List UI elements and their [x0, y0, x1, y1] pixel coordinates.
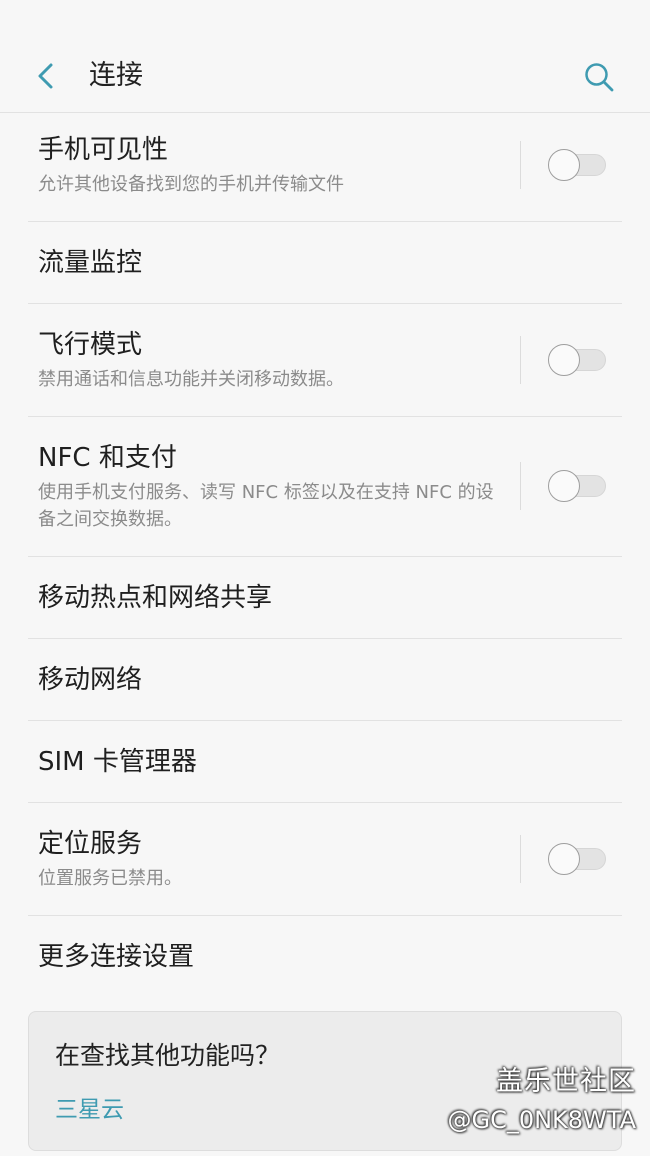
setting-title: 流量监控: [38, 248, 143, 278]
chevron-left-icon: [38, 63, 53, 89]
setting-subtitle: 位置服务已禁用。: [38, 868, 182, 889]
setting-title: 移动热点和网络共享: [38, 583, 273, 613]
setting-subtitle: 使用手机支付服务、读写 NFC 标签以及在支持 NFC 的设备之间交换数据。: [38, 482, 494, 530]
setting-title: 飞行模式: [38, 330, 143, 360]
setting-data-usage[interactable]: 流量监控: [28, 222, 622, 304]
app-header: 连接: [0, 0, 650, 113]
divider: [520, 835, 521, 883]
location-toggle[interactable]: [548, 843, 608, 875]
setting-location[interactable]: 定位服务 位置服务已禁用。: [28, 803, 622, 916]
phone-visibility-toggle[interactable]: [548, 149, 608, 181]
airplane-mode-toggle[interactable]: [548, 344, 608, 376]
setting-subtitle: 禁用通话和信息功能并关闭移动数据。: [38, 369, 344, 390]
setting-title: NFC 和支付: [38, 443, 177, 473]
divider: [520, 462, 521, 510]
settings-list: 手机可见性 允许其他设备找到您的手机并传输文件 流量监控 飞行模式 禁用通话和信…: [28, 113, 622, 998]
setting-hotspot-tethering[interactable]: 移动热点和网络共享: [28, 557, 622, 639]
page-title: 连接: [89, 60, 143, 91]
toggle-knob: [548, 149, 580, 181]
search-button[interactable]: [576, 54, 622, 100]
setting-airplane-mode[interactable]: 飞行模式 禁用通话和信息功能并关闭移动数据。: [28, 304, 622, 417]
divider: [520, 141, 521, 189]
back-button[interactable]: [24, 52, 68, 100]
toggle-knob: [548, 344, 580, 376]
toggle-knob: [548, 470, 580, 502]
samsung-cloud-link[interactable]: 三星云: [55, 1094, 124, 1126]
setting-title: SIM 卡管理器: [38, 747, 197, 777]
setting-nfc-payment[interactable]: NFC 和支付 使用手机支付服务、读写 NFC 标签以及在支持 NFC 的设备之…: [28, 417, 622, 557]
setting-sim-manager[interactable]: SIM 卡管理器: [28, 721, 622, 803]
search-icon: [585, 63, 614, 92]
suggestion-title: 在查找其他功能吗？: [55, 1041, 281, 1070]
setting-title: 定位服务: [38, 829, 143, 859]
divider: [520, 336, 521, 384]
setting-title: 手机可见性: [38, 135, 169, 165]
setting-title: 移动网络: [38, 665, 143, 695]
watermark-community: 盖乐世社区: [496, 1066, 636, 1097]
watermark-user-id: @GC_0NK8WTA: [447, 1106, 636, 1134]
setting-title: 更多连接设置: [38, 942, 195, 972]
setting-more-connections[interactable]: 更多连接设置: [28, 916, 622, 998]
setting-subtitle: 允许其他设备找到您的手机并传输文件: [38, 174, 344, 195]
setting-phone-visibility[interactable]: 手机可见性 允许其他设备找到您的手机并传输文件: [28, 113, 622, 222]
nfc-payment-toggle[interactable]: [548, 470, 608, 502]
setting-mobile-network[interactable]: 移动网络: [28, 639, 622, 721]
toggle-knob: [548, 843, 580, 875]
